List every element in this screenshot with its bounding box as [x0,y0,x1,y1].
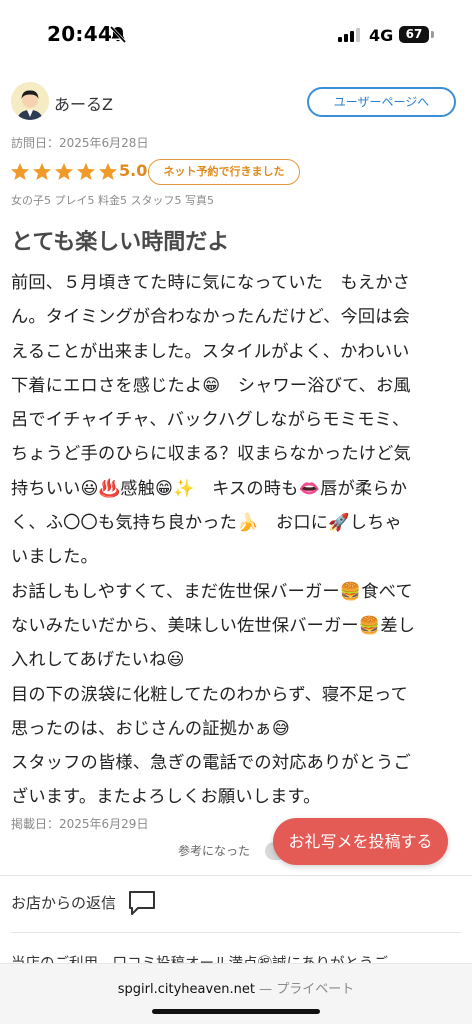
review-body: 前回、５月頃きてた時に気になっていた もえかさ ん。タイミングが合わなかったんだ… [11,266,463,815]
home-indicator[interactable] [152,1009,320,1014]
bell-muted-icon [109,25,127,44]
review-line: スタッフの皆様、急ぎの電話での対応ありがとうご [11,753,411,774]
review-line: 呂でイチャイチャ、バックハグしながらモミモミ、 [11,410,410,431]
battery-tip [431,31,434,38]
visit-date: 訪問日：2025年6月28日 [11,136,149,150]
chat-bubble-icon[interactable] [128,890,156,916]
review-line: 下着にエロさを感じたよ😁 シャワー浴びて、お風 [11,375,411,396]
review-line: 入れしてあげたいね😃 [11,650,185,671]
network-type: 4G [369,26,394,45]
review-line: 前回、５月頃きてた時に気になっていた もえかさ [11,273,411,293]
review-line: く、ふ〇〇も気持ち良かった🍌 お口に🚀しちゃ [11,513,402,534]
private-mode-label: — プライベート [259,982,355,997]
rating-value: 5.0 [119,161,148,180]
star-rating [10,160,120,184]
avatar-icon [11,82,49,120]
helpful-label: 参考になった [178,844,251,858]
browser-address-bar[interactable]: spgirl.cityheaven.net — プライベート [0,963,472,1024]
review-line: ん。タイミングが合わなかったんだけど、今回は会 [11,307,411,328]
user-page-button[interactable]: ユーザーページへ [307,87,456,117]
net-reservation-badge: ネット予約で行きました [148,159,300,185]
review-title: とても楽しい時間だよ [11,230,230,255]
reviewer-avatar[interactable] [11,82,49,120]
cellular-signal-icon [338,28,362,42]
review-line: 思ったのは、おじさんの証拠かぁ😅 [11,718,290,739]
review-line: ないみたいだから、美味しい佐世保バーガー🍔差し [11,615,416,636]
sub-ratings: 女の子5 プレイ5 料金5 スタッフ5 写真5 [11,194,214,207]
star-icon [55,163,73,180]
url-domain: spgirl.cityheaven.net [117,982,255,997]
review-line: お話しもしやすくて、まだ佐世保バーガー🍔食べて [11,581,413,602]
star-icon [33,163,51,180]
status-bar: 20:44 4G 67 [0,0,472,70]
star-icon [99,163,117,180]
post-date: 掲載日：2025年6月29日 [11,817,149,831]
divider [11,932,461,933]
divider [0,875,472,876]
review-line: いました。 [11,547,98,568]
review-line: えることが出来ました。スタイルがよく、かわいい [11,341,410,362]
clock: 20:44 [47,22,113,46]
review-line: 目の下の涙袋に化粧してたのわからず、寝不足って [11,684,408,705]
url-display[interactable]: spgirl.cityheaven.net — プライベート [0,978,472,997]
battery-icon: 67 [399,26,429,43]
shop-reply-heading[interactable]: お店からの返信 [11,892,116,913]
post-thank-you-photo-button[interactable]: お礼写メを投稿する [273,818,448,865]
review-line: ざいます。またよろしくお願いします。 [11,787,321,808]
review-line: ちょうど手のひらに収まる？収まらなかったけど気 [11,444,411,465]
review-line: 持ちいい😃♨️感触😁✨ キスの時も👄唇が柔らか [11,478,408,499]
star-icon [77,163,95,180]
star-icon [11,163,29,180]
reviewer-name: あーるZ [54,95,113,114]
